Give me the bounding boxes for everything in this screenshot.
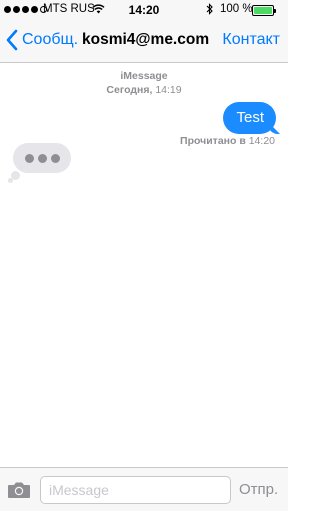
chevron-left-icon <box>6 29 18 51</box>
day-label: Сегодня, <box>106 84 153 96</box>
thread-time: 14:19 <box>155 84 182 96</box>
navigation-bar: Сообщ. kosmi4@me.com Контакт <box>0 20 288 63</box>
typing-indicator-tail <box>8 178 13 183</box>
back-button[interactable]: Сообщ. <box>6 29 78 51</box>
typing-dot <box>50 153 60 163</box>
bluetooth-icon <box>206 3 213 18</box>
typing-dot <box>37 153 47 163</box>
contact-button[interactable]: Контакт <box>222 31 280 49</box>
outgoing-message-bubble[interactable]: Test <box>223 102 276 134</box>
read-receipt-label: Прочитано в <box>180 135 246 147</box>
thread-header: iMessage Сегодня, 14:19 <box>0 69 288 97</box>
status-bar: MTS RUS 14:20 100 % <box>0 0 288 20</box>
back-button-label: Сообщ. <box>22 31 79 48</box>
message-input-bar: Отпр. <box>0 467 288 511</box>
typing-dot <box>24 153 34 163</box>
read-receipt: Прочитано в 14:20 <box>180 135 275 147</box>
send-button[interactable]: Отпр. <box>239 481 278 498</box>
service-label: iMessage <box>120 70 168 82</box>
battery-icon <box>252 5 276 16</box>
conversation-title: kosmi4@me.com <box>82 31 210 48</box>
typing-indicator <box>13 143 71 173</box>
message-input[interactable] <box>40 476 231 504</box>
camera-icon[interactable] <box>7 481 31 499</box>
battery-percent: 100 % <box>220 3 253 15</box>
read-receipt-time: 14:20 <box>248 135 275 147</box>
